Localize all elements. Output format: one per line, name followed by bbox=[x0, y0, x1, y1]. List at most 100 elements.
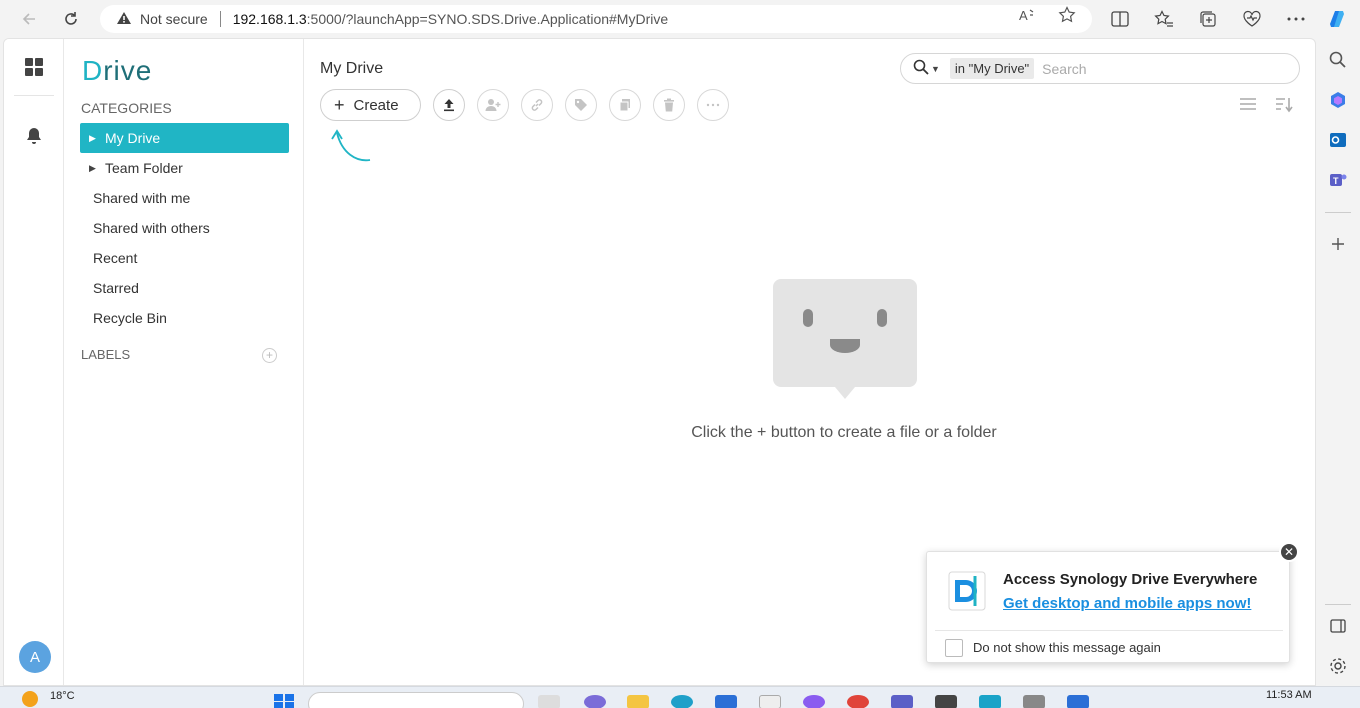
copy-icon bbox=[619, 99, 630, 112]
apps-grid-icon[interactable] bbox=[24, 57, 44, 82]
taskbar-search-box[interactable] bbox=[308, 692, 524, 708]
copy-button[interactable] bbox=[609, 89, 641, 121]
drive-logo: Drive bbox=[82, 55, 152, 87]
teams-icon[interactable]: T bbox=[1328, 170, 1348, 190]
ellipsis-icon bbox=[706, 103, 720, 107]
svg-text:T: T bbox=[1333, 176, 1339, 186]
search-scope-tag: in "My Drive" bbox=[949, 58, 1035, 79]
add-label-icon[interactable]: + bbox=[262, 348, 277, 363]
sidebar-toggle-icon[interactable] bbox=[1328, 616, 1348, 636]
split-screen-icon[interactable] bbox=[1109, 8, 1131, 30]
sidebar-item-shared-with-me[interactable]: Shared with me bbox=[80, 183, 289, 213]
outlook-icon[interactable] bbox=[1328, 130, 1348, 150]
create-hint-arrow-icon bbox=[328, 127, 374, 168]
share-user-button[interactable] bbox=[477, 89, 509, 121]
upload-button[interactable] bbox=[433, 89, 465, 121]
url-path: :5000/?launchApp=SYNO.SDS.Drive.Applicat… bbox=[306, 11, 669, 27]
avatar[interactable]: A bbox=[19, 641, 51, 673]
teams-taskbar-icon[interactable] bbox=[891, 695, 913, 708]
label-tag-button[interactable] bbox=[565, 89, 597, 121]
taskbar-app-icon[interactable] bbox=[935, 695, 957, 708]
do-not-show-checkbox[interactable] bbox=[945, 639, 963, 657]
taskbar-app-icon[interactable] bbox=[759, 695, 781, 708]
weather-temperature[interactable]: 18°C bbox=[50, 690, 75, 702]
more-menu-icon[interactable] bbox=[1285, 8, 1307, 30]
edge-browser-icon[interactable] bbox=[671, 695, 693, 708]
search-icon[interactable] bbox=[913, 59, 929, 79]
drive-sidebar: Drive CATEGORIES ▶ My Drive ▶ Team Folde… bbox=[64, 39, 304, 685]
sidebar-item-recent[interactable]: Recent bbox=[80, 243, 289, 273]
chrome-icon[interactable] bbox=[847, 695, 869, 708]
create-button-label: Create bbox=[353, 96, 399, 114]
link-icon bbox=[531, 99, 543, 111]
favorites-icon[interactable] bbox=[1153, 8, 1175, 30]
create-button[interactable]: + Create bbox=[320, 89, 421, 121]
logo-initial: D bbox=[82, 55, 104, 86]
search-input[interactable] bbox=[1042, 60, 1243, 77]
notification-bell-icon[interactable] bbox=[25, 126, 43, 151]
list-view-icon[interactable] bbox=[1239, 97, 1257, 116]
read-aloud-icon[interactable]: A bbox=[1018, 6, 1036, 28]
shopping-icon[interactable] bbox=[1328, 90, 1348, 110]
popup-title: Access Synology Drive Everywhere bbox=[1003, 571, 1258, 588]
plus-icon: + bbox=[334, 94, 345, 115]
close-icon[interactable]: ✕ bbox=[1279, 542, 1299, 562]
expand-caret-icon[interactable]: ▶ bbox=[89, 163, 97, 174]
browser-essentials-icon[interactable] bbox=[1241, 8, 1263, 30]
delete-button[interactable] bbox=[653, 89, 685, 121]
sidebar-item-shared-with-others[interactable]: Shared with others bbox=[80, 213, 289, 243]
windows-taskbar: 18°C 11:53 AM bbox=[0, 686, 1360, 708]
taskbar-app-icon[interactable] bbox=[1023, 695, 1045, 708]
svg-text:A: A bbox=[1019, 8, 1028, 23]
search-box[interactable]: ▼ in "My Drive" bbox=[900, 53, 1300, 84]
back-icon[interactable] bbox=[16, 7, 42, 31]
taskbar-app-icon[interactable] bbox=[979, 695, 1001, 708]
copilot-icon[interactable] bbox=[1326, 8, 1348, 30]
search-options-caret-icon[interactable]: ▼ bbox=[931, 64, 940, 74]
sidebar-item-label: Shared with me bbox=[93, 190, 191, 206]
more-actions-button[interactable] bbox=[697, 89, 729, 121]
file-explorer-icon[interactable] bbox=[627, 695, 649, 708]
taskbar-app-icon[interactable] bbox=[1067, 695, 1089, 708]
add-icon[interactable] bbox=[1328, 234, 1348, 254]
taskbar-app-icon[interactable] bbox=[538, 695, 560, 708]
settings-gear-icon[interactable] bbox=[1328, 656, 1348, 676]
taskbar-app-icon[interactable] bbox=[715, 695, 737, 708]
refresh-icon[interactable] bbox=[58, 7, 84, 31]
favorite-star-icon[interactable] bbox=[1058, 6, 1076, 28]
expand-caret-icon[interactable]: ▶ bbox=[89, 133, 97, 144]
sidebar-item-team-folder[interactable]: ▶ Team Folder bbox=[80, 153, 289, 183]
popup-divider bbox=[935, 630, 1283, 631]
rail-divider bbox=[14, 95, 54, 96]
address-divider bbox=[219, 11, 221, 27]
taskbar-app-icon[interactable] bbox=[803, 695, 825, 708]
do-not-show-label[interactable]: Do not show this message again bbox=[973, 640, 1161, 655]
url-text[interactable]: 192.168.1.3:5000/?launchApp=SYNO.SDS.Dri… bbox=[233, 11, 668, 27]
get-apps-link[interactable]: Get desktop and mobile apps now! bbox=[1003, 595, 1251, 612]
empty-state-message: Click the + button to create a file or a… bbox=[691, 424, 997, 441]
windows-start-icon[interactable] bbox=[274, 694, 294, 708]
taskbar-app-icon[interactable] bbox=[584, 695, 606, 708]
taskbar-clock[interactable]: 11:53 AM bbox=[1266, 689, 1312, 701]
edge-sidebar: T bbox=[1316, 38, 1360, 686]
categories-heading: CATEGORIES bbox=[81, 100, 172, 116]
logo-text: rive bbox=[103, 55, 153, 86]
sidebar-item-label: Shared with others bbox=[93, 220, 210, 236]
security-label[interactable]: Not secure bbox=[140, 11, 208, 27]
sidebar-item-my-drive[interactable]: ▶ My Drive bbox=[80, 123, 289, 153]
sidebar-item-starred[interactable]: Starred bbox=[80, 273, 289, 303]
url-host: 192.168.1.3 bbox=[232, 11, 307, 27]
collections-icon[interactable] bbox=[1197, 8, 1219, 30]
weather-icon[interactable] bbox=[22, 691, 38, 707]
sidebar-item-label: Recent bbox=[93, 250, 138, 266]
sidebar-item-label: Starred bbox=[93, 280, 139, 296]
sort-icon[interactable] bbox=[1275, 97, 1293, 118]
sidebar-item-label: Recycle Bin bbox=[93, 310, 167, 326]
link-button[interactable] bbox=[521, 89, 553, 121]
add-user-icon bbox=[485, 99, 501, 111]
search-icon[interactable] bbox=[1328, 50, 1348, 70]
sidebar-item-recycle-bin[interactable]: Recycle Bin bbox=[80, 303, 289, 333]
upload-icon bbox=[444, 99, 454, 112]
empty-state-illustration bbox=[773, 279, 917, 399]
address-bar[interactable]: Not secure 192.168.1.3:5000/?launchApp=S… bbox=[100, 5, 1092, 33]
